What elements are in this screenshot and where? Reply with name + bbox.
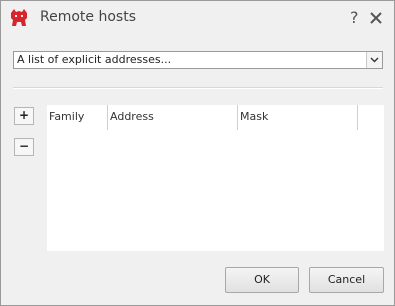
hosts-table[interactable]: Family Address Mask — [47, 105, 384, 251]
cancel-button[interactable]: Cancel — [309, 267, 384, 293]
close-icon[interactable] — [368, 10, 384, 26]
title-bar: Remote hosts ? — [1, 1, 394, 37]
section-divider — [13, 87, 383, 89]
column-header-mask[interactable]: Mask — [238, 105, 358, 130]
column-header-family[interactable]: Family — [47, 105, 108, 130]
bullguard-dog-icon — [8, 7, 30, 29]
table-header: Family Address Mask — [47, 105, 384, 130]
address-type-select[interactable]: A list of explicit addresses... — [13, 51, 383, 69]
remote-hosts-dialog: Remote hosts ? A list of explicit addres… — [0, 0, 395, 306]
help-button[interactable]: ? — [350, 8, 359, 27]
address-type-value: A list of explicit addresses... — [17, 53, 172, 66]
ok-button[interactable]: OK — [225, 267, 299, 293]
add-host-button[interactable]: + — [14, 107, 34, 125]
column-header-address[interactable]: Address — [108, 105, 238, 130]
window-title: Remote hosts — [40, 9, 136, 25]
remove-host-button[interactable]: − — [14, 138, 34, 156]
chevron-down-icon[interactable] — [366, 52, 382, 68]
